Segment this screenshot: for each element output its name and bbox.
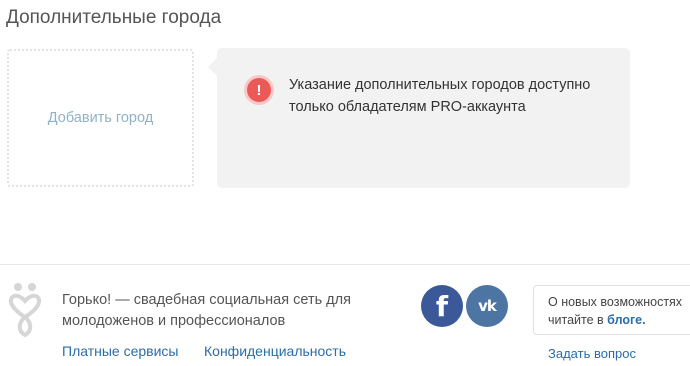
alert-icon: ! <box>247 78 271 102</box>
blog-notice: О новых возможностях читайте в блоге. <box>533 285 690 335</box>
paid-services-link[interactable]: Платные сервисы <box>62 343 178 359</box>
blog-line2-prefix: читайте в <box>548 313 604 327</box>
gorko-logo-icon <box>9 283 41 338</box>
pro-notice: ! Указание дополнительных городов доступ… <box>208 48 630 188</box>
add-city-button[interactable]: Добавить город <box>7 49 194 187</box>
section-title: Дополнительные города <box>6 7 222 28</box>
privacy-link[interactable]: Конфиденциальность <box>204 343 346 359</box>
blog-link[interactable]: блоге. <box>607 313 645 327</box>
vk-icon[interactable]: vk <box>466 285 508 327</box>
add-city-label: Добавить город <box>47 110 154 126</box>
ask-question-link[interactable]: Задать вопрос <box>548 346 636 361</box>
blog-line1: О новых возможностях <box>548 295 683 309</box>
notice-text: Указание дополнительных городов доступно… <box>289 77 591 115</box>
facebook-icon[interactable]: f <box>421 285 463 327</box>
footer: Горько! — свадебная социальная сеть для … <box>0 264 690 366</box>
footer-description: Горько! — свадебная социальная сеть для … <box>62 292 351 329</box>
